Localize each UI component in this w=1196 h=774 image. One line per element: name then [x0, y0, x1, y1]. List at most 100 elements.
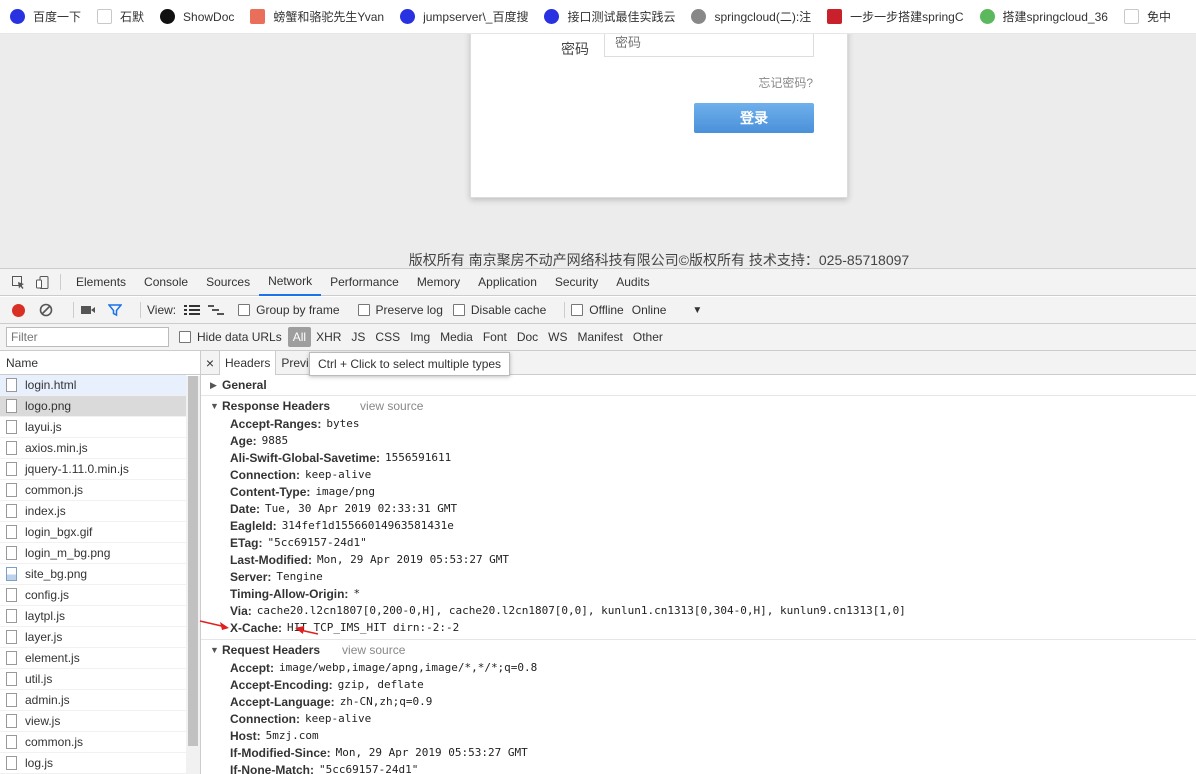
- annotation-arrow-icon: [199, 620, 229, 630]
- type-filter-font[interactable]: Font: [478, 327, 512, 347]
- record-button[interactable]: [12, 303, 25, 317]
- device-toolbar-icon[interactable]: [30, 270, 54, 294]
- request-detail: × Headers Previe Ctrl + Click to select …: [201, 351, 1196, 774]
- type-filter-img[interactable]: Img: [405, 327, 435, 347]
- throttle-select[interactable]: Online: [632, 303, 667, 317]
- request-view-source-link[interactable]: view source: [342, 643, 405, 657]
- header-name: Age:: [230, 433, 257, 448]
- password-input[interactable]: [604, 34, 814, 57]
- devtools-panel: Elements Console Sources Network Performance…: [0, 268, 1196, 774]
- tab-network[interactable]: Network: [259, 268, 322, 296]
- request-row[interactable]: layui.js: [0, 417, 186, 438]
- request-row[interactable]: common.js: [0, 732, 186, 753]
- type-filter-ws[interactable]: WS: [543, 327, 572, 347]
- tab-memory[interactable]: Memory: [408, 269, 469, 296]
- general-section-toggle[interactable]: ▶ General: [201, 375, 1196, 395]
- bookmark-item[interactable]: 一步一步搭建springC: [817, 0, 969, 33]
- file-icon: [6, 420, 17, 434]
- bookmark-item[interactable]: 免中: [1114, 0, 1177, 33]
- toolbar-divider: [73, 302, 74, 318]
- inspect-element-icon[interactable]: [6, 270, 30, 294]
- request-row[interactable]: login_bgx.gif: [0, 522, 186, 543]
- request-row[interactable]: common.js: [0, 480, 186, 501]
- login-button[interactable]: 登录: [694, 103, 814, 133]
- bookmark-item[interactable]: 接口测试最佳实践云: [534, 0, 681, 33]
- tab-sources[interactable]: Sources: [197, 269, 259, 296]
- bookmark-item[interactable]: springcloud(二):注: [681, 0, 817, 33]
- preserve-log-checkbox[interactable]: Preserve log: [357, 303, 443, 317]
- response-view-source-link[interactable]: view source: [360, 399, 423, 413]
- header-name: Host:: [230, 728, 261, 743]
- bookmark-item[interactable]: 螃蟹和骆驼先生Yvan: [240, 0, 390, 33]
- filter-toggle-button[interactable]: [108, 303, 122, 317]
- request-list: Name login.html logo.png layui.js axios.min…: [0, 351, 201, 774]
- request-row[interactable]: site_bg.png: [0, 564, 186, 585]
- request-list-scrollbar[interactable]: [186, 376, 200, 774]
- request-row[interactable]: index.js: [0, 501, 186, 522]
- tab-elements[interactable]: Elements: [67, 269, 135, 296]
- overview-button[interactable]: [208, 304, 225, 316]
- request-row[interactable]: util.js: [0, 669, 186, 690]
- tab-headers[interactable]: Headers: [219, 351, 276, 375]
- request-name: util.js: [25, 672, 53, 686]
- bookmark-item[interactable]: 搭建springcloud_36: [970, 0, 1114, 33]
- disable-cache-checkbox[interactable]: Disable cache: [452, 303, 546, 317]
- request-row[interactable]: element.js: [0, 648, 186, 669]
- type-filter-doc[interactable]: Doc: [512, 327, 543, 347]
- request-row[interactable]: laytpl.js: [0, 606, 186, 627]
- tab-application[interactable]: Application: [469, 269, 546, 296]
- tab-audits[interactable]: Audits: [607, 269, 658, 296]
- clear-button[interactable]: [39, 303, 53, 317]
- request-row[interactable]: layer.js: [0, 627, 186, 648]
- close-icon[interactable]: ×: [201, 355, 219, 371]
- type-filter-xhr[interactable]: XHR: [311, 327, 346, 347]
- type-filter-all[interactable]: All: [287, 327, 312, 347]
- type-filter-css[interactable]: CSS: [370, 327, 405, 347]
- tab-console[interactable]: Console: [135, 269, 197, 296]
- request-row[interactable]: logo.png: [0, 396, 186, 417]
- hide-data-urls-checkbox[interactable]: Hide data URLs: [179, 330, 282, 344]
- header-row: X-Cache: HIT TCP_IMS_HIT dirn:-2:-2: [201, 619, 1196, 636]
- bookmark-item[interactable]: 石默: [87, 0, 150, 33]
- view-label: View:: [147, 303, 177, 317]
- type-filter-media[interactable]: Media: [435, 327, 478, 347]
- request-row[interactable]: config.js: [0, 585, 186, 606]
- request-row[interactable]: axios.min.js: [0, 438, 186, 459]
- header-value: "5cc69157-24d1": [267, 536, 367, 549]
- header-value: zh-CN,zh;q=0.9: [339, 695, 433, 708]
- request-row[interactable]: log.js: [0, 753, 186, 774]
- header-value: image/png: [315, 485, 376, 498]
- request-name: axios.min.js: [25, 441, 88, 455]
- screenshot-button[interactable]: [80, 304, 96, 316]
- offline-checkbox[interactable]: Offline: [571, 303, 624, 317]
- toolbar-divider: [564, 302, 566, 318]
- throttle-dropdown[interactable]: ▼: [692, 305, 702, 316]
- header-name: Connection:: [230, 467, 300, 482]
- scrollbar-thumb[interactable]: [188, 376, 198, 746]
- group-by-frame-checkbox[interactable]: Group by frame: [238, 303, 340, 317]
- request-name: site_bg.png: [25, 567, 88, 581]
- type-filter-other[interactable]: Other: [628, 327, 668, 347]
- request-row[interactable]: jquery-1.11.0.min.js: [0, 459, 186, 480]
- tab-security[interactable]: Security: [546, 269, 607, 296]
- request-headers-section-toggle[interactable]: ▼ Request Headers view source: [201, 639, 1196, 659]
- caret-down-icon: ▼: [210, 400, 219, 411]
- name-column-header[interactable]: Name: [0, 351, 200, 375]
- request-row[interactable]: admin.js: [0, 690, 186, 711]
- bookmark-item[interactable]: ShowDoc: [150, 0, 240, 33]
- type-filter-js[interactable]: JS: [346, 327, 370, 347]
- type-filter-manifest[interactable]: Manifest: [573, 327, 628, 347]
- bookmark-label: 免中: [1146, 10, 1171, 24]
- response-headers-section-toggle[interactable]: ▼ Response Headers view source: [201, 395, 1196, 415]
- request-row[interactable]: login.html: [0, 375, 186, 396]
- bookmark-item[interactable]: 百度一下: [0, 0, 87, 33]
- tab-performance[interactable]: Performance: [321, 269, 408, 296]
- header-name: Ali-Swift-Global-Savetime:: [230, 450, 381, 465]
- request-row[interactable]: login_m_bg.png: [0, 543, 186, 564]
- bookmark-item[interactable]: jumpserver\_百度搜: [390, 0, 534, 33]
- header-row: Via: cache20.l2cn1807[0,200-0,H], cache20…: [201, 602, 1196, 619]
- forgot-password-link[interactable]: 忘记密码?: [758, 74, 813, 91]
- large-rows-button[interactable]: [184, 304, 201, 316]
- request-row[interactable]: view.js: [0, 711, 186, 732]
- filter-input[interactable]: [6, 327, 169, 347]
